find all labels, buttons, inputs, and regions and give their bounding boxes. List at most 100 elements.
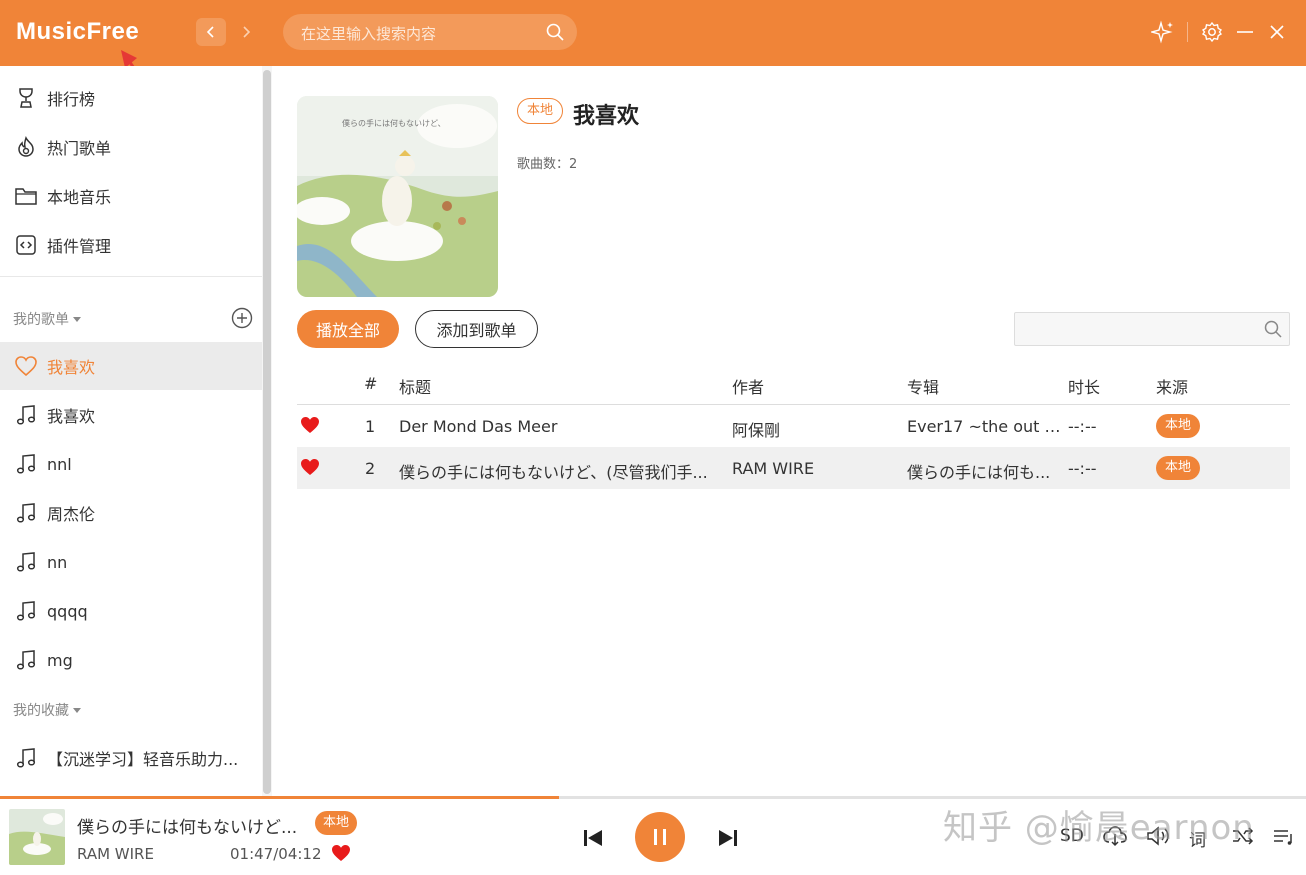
song-title: 僕らの手には何もないけど、(尽管我们手... xyxy=(399,463,708,482)
next-button[interactable] xyxy=(715,825,741,851)
trophy-icon xyxy=(14,86,38,110)
sidebar-item-label: 周杰伦 xyxy=(47,505,96,524)
sidebar-item-label: mg xyxy=(47,650,73,670)
now-playing-source-badge: 本地 xyxy=(315,811,358,835)
watermark: 知乎 @愉晨earnon xyxy=(943,808,1255,848)
scrollbar-thumb[interactable] xyxy=(263,70,271,794)
music-note-icon xyxy=(14,599,38,623)
now-playing-cover[interactable] xyxy=(9,809,65,865)
song-title: Der Mond Das Meer xyxy=(399,417,558,436)
music-note-icon xyxy=(14,648,38,672)
my-favorites-header[interactable]: 我的收藏 xyxy=(13,700,81,720)
sidebar-item-label: 热门歌单 xyxy=(47,139,112,158)
liked-heart-icon[interactable] xyxy=(300,416,320,434)
flame-icon xyxy=(14,135,38,159)
column-album[interactable]: 专辑 xyxy=(907,374,939,398)
playlist-cover-image: 僕らの手には何もないけど、 xyxy=(297,96,498,297)
title-bar: MusicFree 在这里输入搜索内容 xyxy=(0,0,1306,66)
my-playlists-label: 我的歌单 xyxy=(13,312,69,328)
sidebar-item-label: qqqq xyxy=(47,601,88,621)
play-all-button[interactable]: 播放全部 xyxy=(297,310,399,348)
queue-list-icon xyxy=(1274,830,1292,845)
pause-icon xyxy=(654,829,666,845)
now-playing-artist: RAM WIRE xyxy=(77,845,154,863)
music-note-icon xyxy=(14,452,38,476)
sparkle-icon xyxy=(1151,20,1173,44)
sidebar-divider xyxy=(0,276,262,277)
skip-next-icon xyxy=(719,830,737,846)
app-logo: MusicFree xyxy=(16,18,140,45)
playlist-search-input[interactable] xyxy=(1014,312,1290,346)
column-duration[interactable]: 时长 xyxy=(1068,374,1100,398)
playlist-title: 我喜欢 xyxy=(573,104,640,129)
header-divider xyxy=(1187,22,1188,42)
song-index: 1 xyxy=(365,417,376,436)
column-index: # xyxy=(364,374,378,393)
pause-button[interactable] xyxy=(635,812,685,862)
sidebar-item-label: nn xyxy=(47,552,68,572)
sidebar-item-label: 我喜欢 xyxy=(47,407,96,426)
sidebar-item-label: 插件管理 xyxy=(47,237,112,256)
sidebar-item-favorites[interactable]: 我喜欢 xyxy=(0,342,262,390)
song-index: 2 xyxy=(365,459,376,478)
table-row[interactable]: 1 Der Mond Das Meer 阿保剛 Ever17 ~the out … xyxy=(297,405,1290,447)
music-note-icon xyxy=(14,403,38,427)
sidebar-item-charts[interactable]: 排行榜 xyxy=(0,74,262,122)
song-count: 歌曲数：2 xyxy=(517,157,578,172)
search-input[interactable]: 在这里输入搜索内容 xyxy=(283,14,577,50)
search-icon[interactable] xyxy=(1263,319,1283,339)
my-playlists-header[interactable]: 我的歌单 xyxy=(13,309,81,329)
now-playing-title: 僕らの手には何もないけど... xyxy=(77,818,298,838)
playlist-queue-button[interactable] xyxy=(1272,826,1296,851)
sidebar-item-label: 【沉迷学习】轻音乐助力... xyxy=(47,750,239,769)
sidebar-item-playlist[interactable]: qqqq xyxy=(0,587,262,635)
chevron-right-icon xyxy=(243,26,251,38)
theme-button[interactable] xyxy=(1151,20,1175,44)
caret-down-icon xyxy=(73,707,81,713)
search-placeholder: 在这里输入搜索内容 xyxy=(301,25,437,43)
sidebar-item-playlist[interactable]: nnl xyxy=(0,440,262,488)
sidebar-scrollbar[interactable] xyxy=(262,66,272,796)
forward-button[interactable] xyxy=(231,18,261,46)
like-heart-icon[interactable] xyxy=(331,844,351,862)
sidebar-item-playlist[interactable]: 周杰伦 xyxy=(0,489,262,537)
folder-icon xyxy=(14,184,38,208)
close-button[interactable] xyxy=(1265,20,1289,44)
song-source-badge: 本地 xyxy=(1156,456,1201,480)
column-artist[interactable]: 作者 xyxy=(732,374,764,398)
table-row[interactable]: 2 僕らの手には何もないけど、(尽管我们手... RAM WIRE 僕らの手には… xyxy=(297,447,1290,489)
column-source[interactable]: 来源 xyxy=(1156,374,1188,398)
sidebar-item-playlist[interactable]: mg xyxy=(0,636,262,684)
minimize-icon xyxy=(1237,31,1253,33)
minimize-button[interactable] xyxy=(1233,20,1257,44)
chevron-left-icon xyxy=(206,26,214,38)
sidebar-item-collection[interactable]: 【沉迷学习】轻音乐助力... xyxy=(0,734,262,782)
plugin-icon xyxy=(14,233,38,257)
my-favorites-label: 我的收藏 xyxy=(13,703,69,719)
svg-text:僕らの手には何もないけど、: 僕らの手には何もないけど、 xyxy=(342,118,446,128)
caret-down-icon xyxy=(73,316,81,322)
previous-button[interactable] xyxy=(580,825,606,851)
sidebar-item-plugins[interactable]: 插件管理 xyxy=(0,221,262,269)
music-note-icon xyxy=(14,501,38,525)
song-duration: --:-- xyxy=(1068,417,1097,436)
column-title[interactable]: 标题 xyxy=(399,374,431,398)
sidebar-item-hot-playlists[interactable]: 热门歌单 xyxy=(0,123,262,171)
skip-previous-icon xyxy=(584,830,602,846)
song-album: 僕らの手には何も... xyxy=(907,463,1051,482)
gear-icon xyxy=(1201,21,1223,43)
playback-time: 01:47/04:12 xyxy=(230,845,322,863)
settings-button[interactable] xyxy=(1200,20,1224,44)
liked-heart-icon[interactable] xyxy=(300,458,320,476)
song-artist: 阿保剛 xyxy=(732,421,781,440)
sidebar-item-playlist[interactable]: nn xyxy=(0,538,262,586)
back-button[interactable] xyxy=(196,18,226,46)
song-artist: RAM WIRE xyxy=(732,459,815,478)
song-source-badge: 本地 xyxy=(1156,414,1201,438)
heart-icon xyxy=(14,354,38,378)
sidebar-item-playlist[interactable]: 我喜欢 xyxy=(0,391,262,439)
add-to-playlist-button[interactable]: 添加到歌单 xyxy=(415,310,538,348)
search-icon[interactable] xyxy=(545,22,565,42)
add-playlist-icon[interactable] xyxy=(231,307,253,329)
sidebar-item-local-music[interactable]: 本地音乐 xyxy=(0,172,262,220)
